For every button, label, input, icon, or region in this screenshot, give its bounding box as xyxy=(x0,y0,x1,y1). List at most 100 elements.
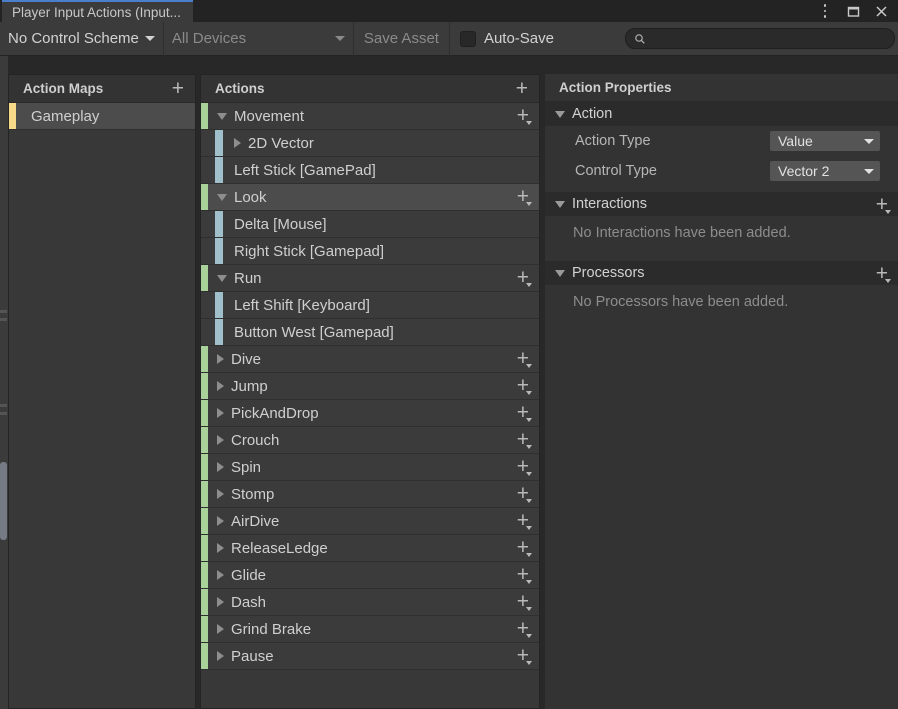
auto-save-toggle[interactable]: Auto-Save xyxy=(450,22,564,56)
processors-section-header[interactable]: Processors + xyxy=(545,261,898,285)
chevron-right-icon[interactable] xyxy=(217,408,224,418)
control-type-dropdown[interactable]: Vector 2 xyxy=(770,161,880,181)
chevron-down-icon xyxy=(526,418,532,422)
control-scheme-dropdown[interactable]: No Control Scheme xyxy=(0,21,164,56)
action-row[interactable]: Stomp + xyxy=(201,481,539,508)
add-binding-button[interactable]: + xyxy=(515,186,532,207)
add-binding-button[interactable]: + xyxy=(515,105,532,126)
background-scrollbar-thumb[interactable] xyxy=(0,462,7,540)
chevron-down-icon[interactable] xyxy=(217,274,227,282)
action-map-color-stripe xyxy=(9,103,16,129)
chevron-down-icon[interactable] xyxy=(217,193,227,201)
action-label: PickAndDrop xyxy=(231,404,319,422)
chevron-right-icon[interactable] xyxy=(217,462,224,472)
interactions-section-header[interactable]: Interactions + xyxy=(545,192,898,216)
action-section-title: Action xyxy=(572,106,613,122)
add-binding-button[interactable]: + xyxy=(515,510,532,531)
add-binding-button[interactable]: + xyxy=(515,456,532,477)
action-label: Dive xyxy=(231,350,262,368)
add-processor-button[interactable]: + xyxy=(874,263,891,284)
action-color-stripe xyxy=(201,346,208,372)
add-binding-button[interactable]: + xyxy=(515,645,532,666)
action-row[interactable]: Dash + xyxy=(201,589,539,616)
add-binding-button[interactable]: + xyxy=(515,591,532,612)
close-button[interactable] xyxy=(868,0,894,22)
action-row[interactable]: Jump + xyxy=(201,373,539,400)
action-row[interactable]: Dive + xyxy=(201,346,539,373)
action-type-label: Action Type xyxy=(575,133,651,149)
chevron-down-icon xyxy=(526,499,532,503)
add-binding-button[interactable]: + xyxy=(515,348,532,369)
devices-label: All Devices xyxy=(171,30,247,47)
chevron-down-icon xyxy=(526,121,532,125)
auto-save-checkbox[interactable] xyxy=(459,30,476,47)
action-label: Run xyxy=(234,269,262,287)
binding-row[interactable]: 2D Vector xyxy=(201,130,539,157)
chevron-right-icon[interactable] xyxy=(217,435,224,445)
add-binding-button[interactable]: + xyxy=(515,267,532,288)
chevron-down-icon xyxy=(526,661,532,665)
actions-title: Actions xyxy=(215,81,265,96)
add-binding-button[interactable]: + xyxy=(515,564,532,585)
sliver-tick xyxy=(0,310,7,313)
action-label: AirDive xyxy=(231,512,280,530)
sliver-tick xyxy=(0,318,7,321)
add-binding-button[interactable]: + xyxy=(515,618,532,639)
add-binding-button[interactable]: + xyxy=(515,429,532,450)
action-row[interactable]: Spin + xyxy=(201,454,539,481)
search-input[interactable] xyxy=(651,31,894,46)
action-row[interactable]: Look + xyxy=(201,184,539,211)
chevron-right-icon[interactable] xyxy=(217,543,224,553)
action-row[interactable]: Run + xyxy=(201,265,539,292)
action-section-header[interactable]: Action xyxy=(545,102,898,126)
action-row[interactable]: PickAndDrop + xyxy=(201,400,539,427)
tab-player-input-actions[interactable]: Player Input Actions (Input... xyxy=(2,0,193,22)
save-asset-button[interactable]: Save Asset xyxy=(354,21,450,56)
add-binding-button[interactable]: + xyxy=(515,483,532,504)
binding-row[interactable]: Left Stick [GamePad] xyxy=(201,157,539,184)
control-type-row: Control Type Vector 2 xyxy=(545,156,898,186)
action-row[interactable]: Glide + xyxy=(201,562,539,589)
binding-row[interactable]: Left Shift [Keyboard] xyxy=(201,292,539,319)
add-binding-button[interactable]: + xyxy=(515,402,532,423)
action-row[interactable]: Crouch + xyxy=(201,427,539,454)
chevron-down-icon[interactable] xyxy=(217,112,227,120)
chevron-right-icon[interactable] xyxy=(217,597,224,607)
binding-row[interactable]: Delta [Mouse] xyxy=(201,211,539,238)
action-row[interactable]: ReleaseLedge + xyxy=(201,535,539,562)
action-row[interactable]: Movement + xyxy=(201,103,539,130)
chevron-right-icon[interactable] xyxy=(217,516,224,526)
chevron-right-icon[interactable] xyxy=(217,651,224,661)
chevron-down-icon xyxy=(864,168,874,174)
maximize-button[interactable] xyxy=(840,0,866,22)
action-row[interactable]: Grind Brake + xyxy=(201,616,539,643)
chevron-down-icon xyxy=(555,269,565,277)
add-interaction-button[interactable]: + xyxy=(874,194,891,215)
chevron-right-icon[interactable] xyxy=(217,381,224,391)
chevron-right-icon[interactable] xyxy=(217,354,224,364)
binding-label: Left Stick [GamePad] xyxy=(234,161,376,179)
add-action-map-button[interactable]: + xyxy=(170,78,186,99)
search-icon xyxy=(635,33,645,44)
chevron-right-icon[interactable] xyxy=(217,489,224,499)
chevron-right-icon[interactable] xyxy=(217,570,224,580)
binding-row[interactable]: Right Stick [Gamepad] xyxy=(201,238,539,265)
chevron-right-icon[interactable] xyxy=(234,138,241,148)
action-label: Grind Brake xyxy=(231,620,312,638)
action-label: Glide xyxy=(231,566,267,584)
binding-row[interactable]: Button West [Gamepad] xyxy=(201,319,539,346)
search-field[interactable] xyxy=(625,28,895,49)
devices-dropdown[interactable]: All Devices xyxy=(164,21,354,56)
chevron-down-icon xyxy=(526,634,532,638)
control-type-label: Control Type xyxy=(575,163,657,179)
action-row[interactable]: AirDive + xyxy=(201,508,539,535)
action-row[interactable]: Pause + xyxy=(201,643,539,670)
add-binding-button[interactable]: + xyxy=(515,537,532,558)
chevron-right-icon[interactable] xyxy=(217,624,224,634)
kebab-menu-button[interactable] xyxy=(812,0,838,22)
action-map-row-gameplay[interactable]: Gameplay xyxy=(9,103,195,130)
add-action-button[interactable]: + xyxy=(514,78,530,99)
add-binding-button[interactable]: + xyxy=(515,375,532,396)
binding-color-stripe xyxy=(215,157,223,183)
action-type-dropdown[interactable]: Value xyxy=(770,131,880,151)
